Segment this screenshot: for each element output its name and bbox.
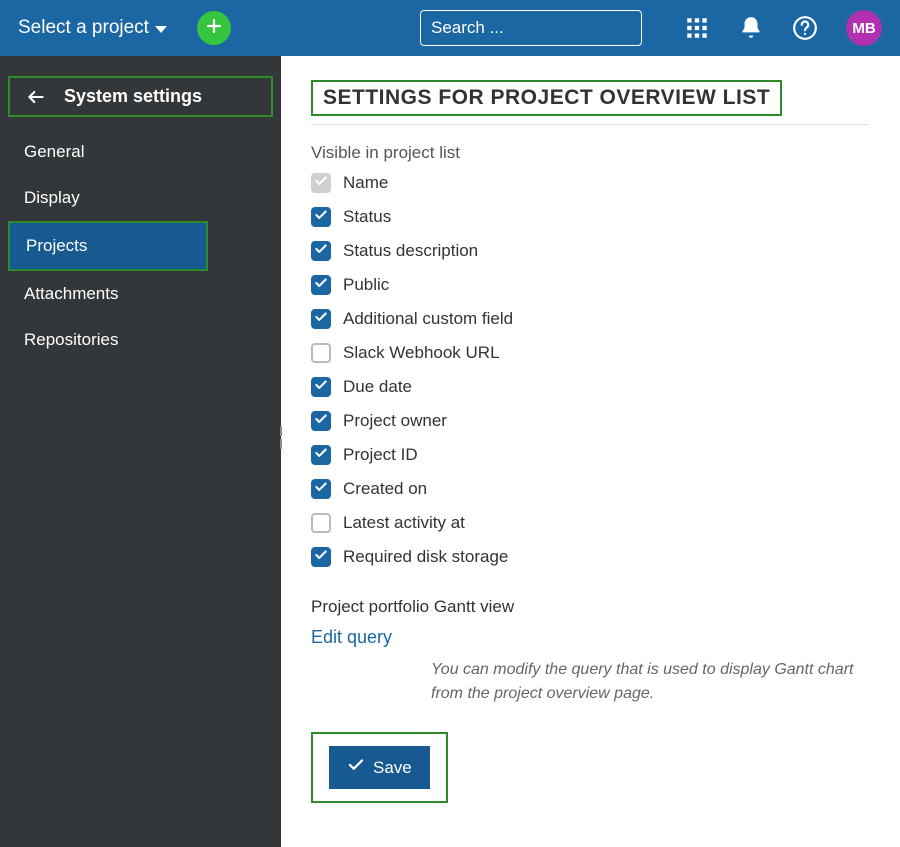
visible-option-row: Status description	[311, 241, 868, 261]
check-icon	[314, 412, 328, 431]
check-icon	[314, 276, 328, 295]
title-divider	[311, 124, 868, 125]
checkbox[interactable]	[311, 241, 331, 261]
checkbox-label: Status	[343, 207, 391, 227]
checkbox[interactable]	[311, 513, 331, 533]
search-box[interactable]	[420, 10, 642, 46]
check-icon	[314, 242, 328, 261]
visible-section-label: Visible in project list	[311, 143, 868, 163]
visible-option-row: Additional custom field	[311, 309, 868, 329]
checkbox-label: Project owner	[343, 411, 447, 431]
checkbox[interactable]	[311, 207, 331, 227]
checkbox-label: Slack Webhook URL	[343, 343, 500, 363]
save-button[interactable]: Save	[329, 746, 430, 789]
visible-option-row: Created on	[311, 479, 868, 499]
check-icon	[314, 446, 328, 465]
checkbox-label: Required disk storage	[343, 547, 508, 567]
top-header: Select a project MB	[0, 0, 900, 56]
checkbox-label: Additional custom field	[343, 309, 513, 329]
checkbox-label: Latest activity at	[343, 513, 465, 533]
checkbox-label: Due date	[343, 377, 412, 397]
visible-option-row: Due date	[311, 377, 868, 397]
checkbox[interactable]	[311, 479, 331, 499]
sidebar-item-attachments[interactable]: Attachments	[0, 271, 281, 317]
check-icon	[314, 480, 328, 499]
checkbox[interactable]	[311, 309, 331, 329]
project-selector[interactable]: Select a project	[18, 17, 167, 39]
checkbox[interactable]	[311, 343, 331, 363]
sidebar-header[interactable]: System settings	[8, 76, 273, 117]
sidebar-item-label: Repositories	[24, 330, 119, 349]
sidebar-item-label: Projects	[26, 236, 87, 255]
avatar-initials: MB	[852, 20, 875, 37]
visible-option-row: Status	[311, 207, 868, 227]
check-icon	[314, 310, 328, 329]
help-icon[interactable]	[792, 15, 818, 41]
caret-down-icon	[155, 26, 167, 33]
check-icon	[347, 756, 365, 779]
checkbox[interactable]	[311, 411, 331, 431]
check-icon	[314, 548, 328, 567]
add-button[interactable]	[197, 11, 231, 45]
main-content: SETTINGS FOR PROJECT OVERVIEW LIST Visib…	[281, 56, 900, 847]
check-icon	[314, 174, 328, 193]
gantt-help-text: You can modify the query that is used to…	[431, 658, 861, 706]
check-icon	[314, 208, 328, 227]
save-button-label: Save	[373, 758, 412, 778]
avatar[interactable]: MB	[846, 10, 882, 46]
checkbox[interactable]	[311, 377, 331, 397]
visible-option-row: Name	[311, 173, 868, 193]
sidebar-item-label: Display	[24, 188, 80, 207]
checkbox[interactable]	[311, 275, 331, 295]
visible-option-row: Project owner	[311, 411, 868, 431]
apps-icon[interactable]	[684, 15, 710, 41]
sidebar-item-repositories[interactable]: Repositories	[0, 317, 281, 363]
sidebar: System settings General Display Projects At…	[0, 56, 281, 847]
sidebar-title: System settings	[64, 86, 202, 107]
checkbox-label: Name	[343, 173, 388, 193]
visible-option-row: Required disk storage	[311, 547, 868, 567]
checkbox[interactable]	[311, 547, 331, 567]
checkbox	[311, 173, 331, 193]
sidebar-item-label: Attachments	[24, 284, 119, 303]
project-selector-label: Select a project	[18, 17, 149, 39]
gantt-section-label: Project portfolio Gantt view	[311, 597, 868, 617]
save-button-highlight: Save	[311, 732, 448, 803]
page-title: SETTINGS FOR PROJECT OVERVIEW LIST	[311, 80, 782, 116]
bell-icon[interactable]	[738, 15, 764, 41]
checkbox-label: Created on	[343, 479, 427, 499]
visible-option-row: Project ID	[311, 445, 868, 465]
visible-option-row: Latest activity at	[311, 513, 868, 533]
sidebar-item-label: General	[24, 142, 84, 161]
back-arrow-icon	[26, 87, 46, 107]
edit-query-link[interactable]: Edit query	[311, 627, 392, 648]
sidebar-resize-handle[interactable]	[280, 426, 282, 449]
checkbox-label: Status description	[343, 241, 478, 261]
sidebar-item-projects[interactable]: Projects	[8, 221, 208, 271]
sidebar-item-display[interactable]: Display	[0, 175, 281, 221]
checkbox[interactable]	[311, 445, 331, 465]
visible-option-row: Public	[311, 275, 868, 295]
visible-option-row: Slack Webhook URL	[311, 343, 868, 363]
plus-icon	[205, 17, 223, 40]
checkbox-label: Project ID	[343, 445, 418, 465]
search-input[interactable]	[431, 18, 652, 38]
check-icon	[314, 378, 328, 397]
sidebar-item-general[interactable]: General	[0, 129, 281, 175]
checkbox-label: Public	[343, 275, 389, 295]
